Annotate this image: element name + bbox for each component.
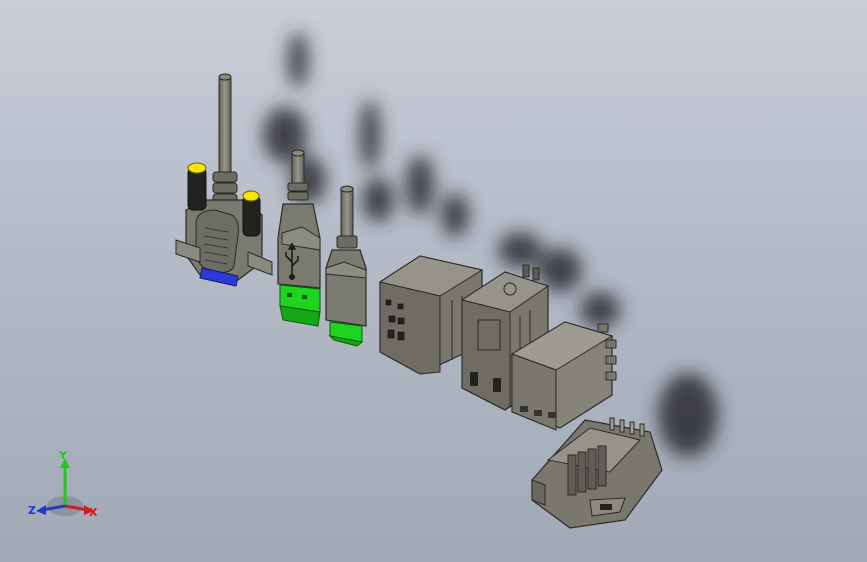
y-axis-label: Y <box>59 449 67 462</box>
model-scene[interactable] <box>0 0 867 562</box>
z-axis-arrow-icon <box>36 505 46 515</box>
axis-triad: Y Z X <box>28 448 108 523</box>
z-axis-label: Z <box>28 504 36 517</box>
x-axis-label: X <box>89 506 98 519</box>
rj11-pcb-jack[interactable] <box>531 417 663 529</box>
usb-type-a-plug-small[interactable] <box>325 185 367 347</box>
db9-connector-with-cable[interactable] <box>175 73 273 287</box>
graphics-viewport[interactable]: Y Z X <box>0 0 867 562</box>
